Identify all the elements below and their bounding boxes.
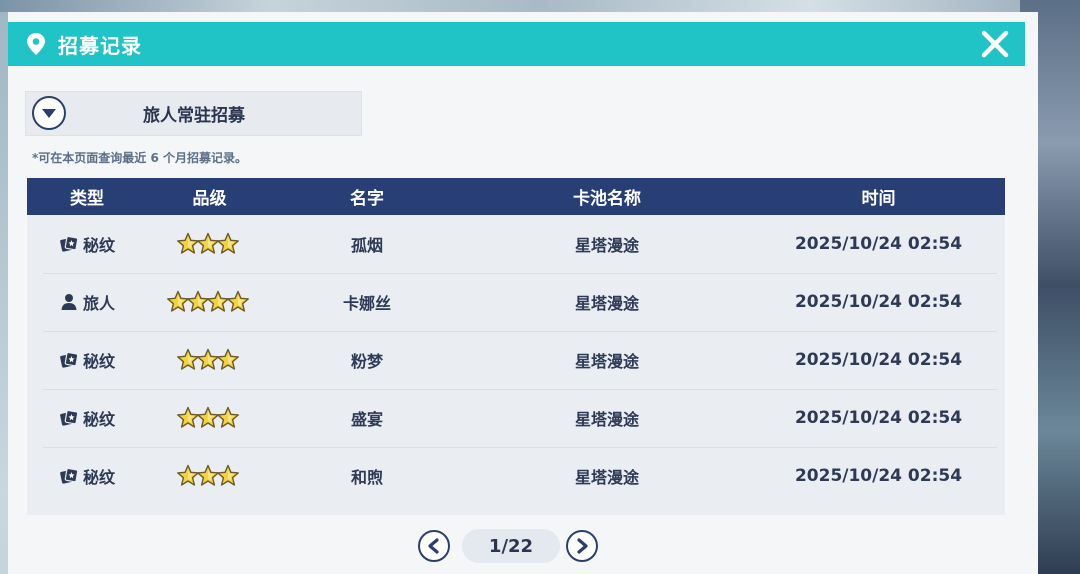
record-time: 2025/10/24 02:54 (794, 234, 963, 254)
card-icon (59, 350, 79, 370)
record-name: 卡娜丝 (342, 294, 391, 313)
record-type: 秘纹 (82, 468, 115, 487)
star-icon (216, 464, 239, 486)
pool-select-label: 旅人常驻招募 (143, 106, 245, 126)
record-name: 粉梦 (350, 352, 383, 371)
recruit-record-panel: 招募记录 旅人常驻招募 *可在本页面查询最近 6 个月招募记录。 类型 品级 名… (8, 12, 1038, 574)
record-pool: 星塔漫途 (574, 352, 639, 371)
star-icon (216, 406, 239, 428)
record-type: 秘纹 (82, 352, 115, 371)
record-time: 2025/10/24 02:54 (794, 292, 963, 312)
star-icon (226, 290, 249, 312)
record-time: 2025/10/24 02:54 (794, 350, 963, 370)
pagination: 1/22 (418, 527, 618, 567)
table-row: 秘纹 盛宴 星塔漫途 2025/10/24 02:54 (27, 389, 1005, 447)
record-name: 盛宴 (350, 410, 383, 429)
record-pool: 星塔漫途 (574, 236, 639, 255)
chevron-left-icon (428, 538, 439, 554)
table-body: 秘纹 孤烟 星塔漫途 2025/10/24 02:54 旅人 卡娜丝 星塔漫途 … (27, 215, 1005, 515)
person-icon (59, 292, 79, 312)
star-icon (216, 232, 239, 254)
page-indicator: 1/22 (462, 529, 560, 563)
record-type: 秘纹 (82, 236, 115, 255)
chevron-right-icon (577, 538, 588, 554)
column-header-pool: 卡池名称 (573, 189, 641, 209)
card-icon (59, 466, 79, 486)
card-icon (59, 408, 79, 428)
table-row: 旅人 卡娜丝 星塔漫途 2025/10/24 02:54 (27, 273, 1005, 331)
column-header-time: 时间 (861, 189, 896, 209)
card-icon (59, 234, 79, 254)
record-time: 2025/10/24 02:54 (794, 408, 963, 428)
column-header-rank: 品级 (192, 189, 227, 209)
record-period-note: *可在本页面查询最近 6 个月招募记录。 (32, 151, 247, 165)
rank-stars (176, 406, 240, 430)
column-header-type: 类型 (70, 189, 104, 209)
rank-stars (176, 348, 240, 372)
record-name: 和煦 (350, 468, 383, 487)
panel-header: 招募记录 (8, 22, 1025, 66)
record-name: 孤烟 (350, 236, 383, 255)
table-row: 秘纹 粉梦 星塔漫途 2025/10/24 02:54 (27, 331, 1005, 389)
pool-select-dropdown[interactable]: 旅人常驻招募 (25, 91, 362, 136)
next-page-button[interactable] (566, 530, 598, 562)
table-header: 类型 品级 名字 卡池名称 时间 (27, 178, 1005, 215)
chevron-down-icon[interactable] (32, 96, 66, 130)
background-top (0, 0, 1080, 12)
star-icon (216, 348, 239, 370)
rank-stars (176, 464, 240, 488)
record-type: 旅人 (82, 294, 115, 313)
record-pool: 星塔漫途 (574, 294, 639, 313)
record-type: 秘纹 (82, 410, 115, 429)
page-title: 招募记录 (58, 33, 142, 58)
record-pool: 星塔漫途 (574, 410, 639, 429)
column-header-name: 名字 (350, 189, 384, 209)
recruit-record-table: 类型 品级 名字 卡池名称 时间 秘纹 孤烟 星塔漫途 2025/10/24 0… (27, 178, 1005, 515)
table-row: 秘纹 孤烟 星塔漫途 2025/10/24 02:54 (27, 215, 1005, 273)
rank-stars (166, 290, 250, 314)
record-time: 2025/10/24 02:54 (794, 466, 963, 486)
location-pin-icon (24, 31, 48, 57)
rank-stars (176, 232, 240, 256)
close-icon[interactable] (977, 26, 1013, 62)
prev-page-button[interactable] (418, 530, 450, 562)
record-pool: 星塔漫途 (574, 468, 639, 487)
table-row: 秘纹 和煦 星塔漫途 2025/10/24 02:54 (27, 447, 1005, 505)
